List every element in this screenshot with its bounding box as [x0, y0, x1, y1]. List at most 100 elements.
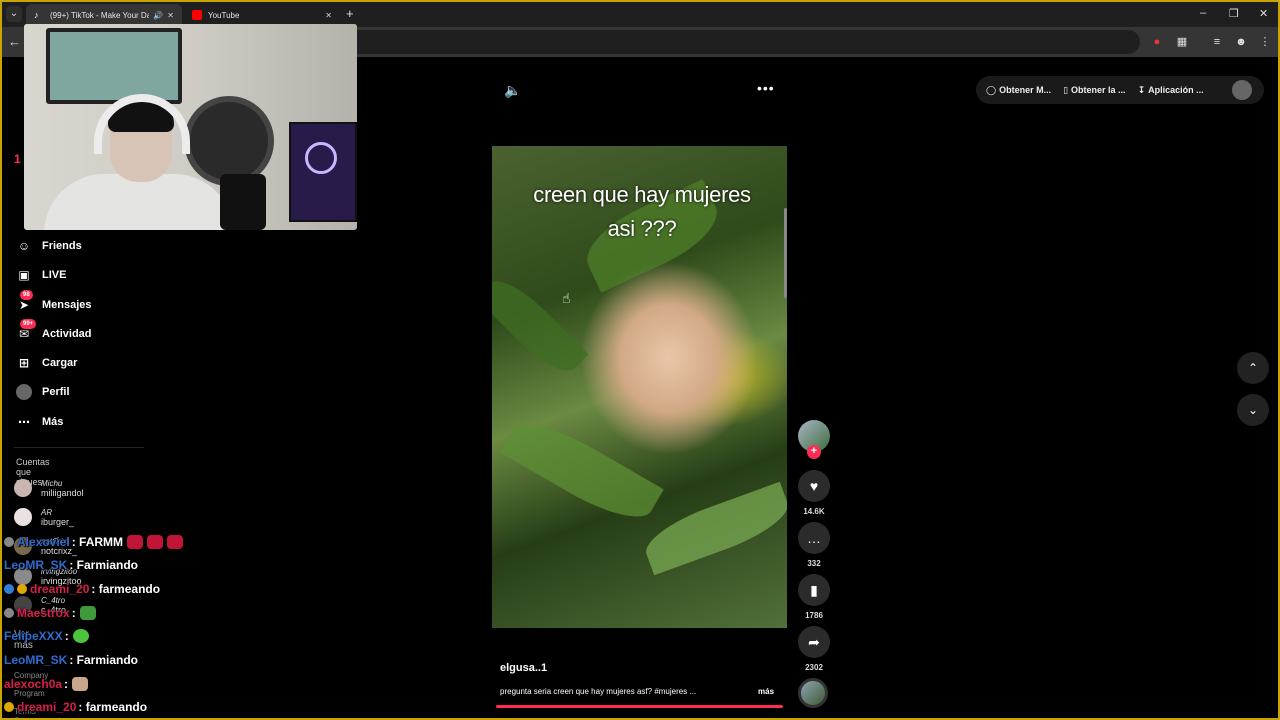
video-leaf [492, 269, 589, 383]
more-options-icon[interactable]: ••• [757, 80, 775, 96]
profile-avatar-icon [14, 384, 34, 400]
sidebar-item-label: Actividad [42, 328, 92, 340]
sidebar-item-label: Perfil [42, 386, 70, 398]
friends-icon: ☺ [17, 239, 31, 253]
youtube-favicon-icon [192, 10, 202, 20]
account-nickname: C_4tro [41, 595, 66, 605]
tab-tiktok[interactable]: ♪ (99+) TikTok - Make Your Da 🔊 ✕ [26, 4, 182, 26]
get-coins-button[interactable]: ◯ Obtener M... [986, 85, 1051, 96]
chevron-up-icon: ⌃ [1247, 361, 1259, 375]
comment-count: 332 [807, 559, 821, 568]
tab-search-button[interactable]: ⌄ [6, 6, 22, 22]
phone-icon: ▯ [1063, 84, 1069, 95]
new-tab-button[interactable]: + [346, 6, 354, 21]
sidebar-item-activity[interactable]: ✉ 99+ Actividad [14, 319, 92, 344]
chat-username: dreami_20 [30, 582, 90, 596]
chat-username: Maestrox [17, 606, 70, 620]
comment-button[interactable]: … [798, 522, 830, 554]
record-extension-icon[interactable]: ● [1150, 35, 1164, 49]
coin-icon: ◯ [986, 84, 997, 95]
reading-list-icon[interactable]: ≡ [1210, 35, 1224, 49]
activity-icon: ✉ 99+ [14, 319, 37, 341]
chat-text: : [64, 629, 69, 643]
close-tab-icon[interactable]: ✕ [167, 11, 174, 20]
messages-icon: ➤ 98 [14, 290, 34, 312]
following-account[interactable]: AR iburger_ [14, 504, 74, 530]
heart-emote-icon [147, 535, 164, 549]
profile-icon[interactable]: ☻ [1234, 35, 1248, 49]
minimize-button[interactable]: – [1200, 7, 1206, 19]
top-actions-bar: ◯ Obtener M... ▯ Obtener la ... ↧ Aplicació… [976, 76, 1264, 104]
speaker-icon[interactable]: 🔊 [153, 11, 163, 20]
previous-video-button[interactable]: ⌃ [1237, 352, 1269, 384]
next-video-button[interactable]: ⌄ [1237, 394, 1269, 426]
sidebar-item-more[interactable]: ⋯ Más [14, 412, 63, 432]
sidebar-item-upload[interactable]: ⊞ Cargar [14, 353, 78, 373]
close-tab-icon[interactable]: ✕ [325, 11, 332, 20]
like-button[interactable]: ♥ [798, 470, 830, 502]
chat-message: Alexoviel : FARMM [4, 535, 184, 549]
user-avatar[interactable] [1232, 80, 1252, 100]
chevron-down-icon: ⌄ [1247, 403, 1259, 417]
like-count: 14.6K [803, 507, 825, 516]
account-username: miliigandol [41, 487, 84, 498]
chat-text: : [71, 606, 76, 620]
extensions-icon[interactable]: ▦ [1175, 35, 1189, 49]
avatar [14, 508, 32, 526]
save-count: 1786 [805, 611, 823, 620]
more-dots-icon: ⋯ [18, 415, 30, 429]
sidebar-item-live[interactable]: ▣ LIVE [14, 265, 66, 285]
chat-message: LeoMR_SK : Farmiando [4, 653, 138, 667]
tab-title: YouTube [208, 10, 240, 20]
video-scroll-track[interactable] [784, 208, 787, 298]
chat-username: dreami_20 [17, 700, 77, 714]
maximize-button[interactable]: ❒ [1229, 7, 1239, 20]
sidebar-item-profile[interactable]: Perfil [14, 382, 70, 402]
volume-icon[interactable]: 🔈 [504, 82, 521, 99]
sidebar-item-messages[interactable]: ➤ 98 Mensajes [14, 290, 92, 315]
tiktok-favicon-icon: ♪ [34, 10, 39, 20]
chat-text: : FARMM [71, 535, 124, 549]
frog-emote-icon [79, 606, 96, 620]
browser-menu-icon[interactable]: ⋮ [1258, 35, 1272, 49]
pill-label: Aplicación ... [1148, 85, 1204, 95]
chat-text: : Farmiando [69, 558, 139, 572]
webcam-microphone [220, 174, 266, 230]
follow-plus-icon[interactable]: + [807, 445, 821, 459]
sidebar-item-friends[interactable]: ☺ Friends [14, 236, 82, 256]
chat-message: Maestrox : [4, 606, 96, 620]
video-author[interactable]: elgusa..1 [500, 662, 547, 674]
save-button[interactable]: ▮ [798, 574, 830, 606]
browser-tabstrip: ⌄ ♪ (99+) TikTok - Make Your Da 🔊 ✕ YouT… [0, 0, 1280, 27]
close-window-button[interactable]: ✕ [1259, 7, 1268, 20]
download-icon: ↧ [1137, 84, 1146, 95]
chat-username: Alexoviel [17, 535, 70, 549]
download-app-button[interactable]: ↧ Aplicación ... [1138, 85, 1204, 96]
live-icon: ▣ [18, 268, 30, 282]
caption-line: asi ??? [607, 216, 677, 241]
upload-icon: ⊞ [18, 356, 30, 370]
tab-title: (99+) TikTok - Make Your Da [50, 10, 150, 20]
avatar [14, 479, 32, 497]
sidebar-item-label: Más [42, 416, 64, 428]
activity-badge: 99+ [20, 319, 37, 329]
account-nickname: AR [41, 507, 53, 517]
share-button[interactable]: ➦ [798, 626, 830, 658]
get-app-button[interactable]: ▯ Obtener la ... [1063, 85, 1125, 96]
video-leaf [500, 409, 664, 533]
back-arrow-icon[interactable]: ← [8, 34, 21, 49]
video-caption-overlay: creen que hay mujeres asi ??? [492, 178, 792, 246]
video-seekbar[interactable] [496, 705, 783, 708]
webcam-tv [46, 28, 182, 104]
hand-cursor-icon: ☝ [562, 290, 571, 306]
share-icon: ➦ [808, 634, 820, 650]
caption-line: creen que hay mujeres [533, 182, 751, 207]
account-nickname: Michu [41, 478, 63, 488]
chat-badge-icon [4, 537, 14, 547]
description-more-button[interactable]: más [758, 687, 774, 696]
music-disc-icon[interactable] [798, 678, 828, 708]
following-account[interactable]: Michu miliigandol [14, 475, 84, 501]
chat-text: : farmeando [91, 582, 161, 596]
tab-youtube[interactable]: YouTube ✕ [184, 4, 340, 26]
heart-icon: ♥ [809, 478, 819, 494]
